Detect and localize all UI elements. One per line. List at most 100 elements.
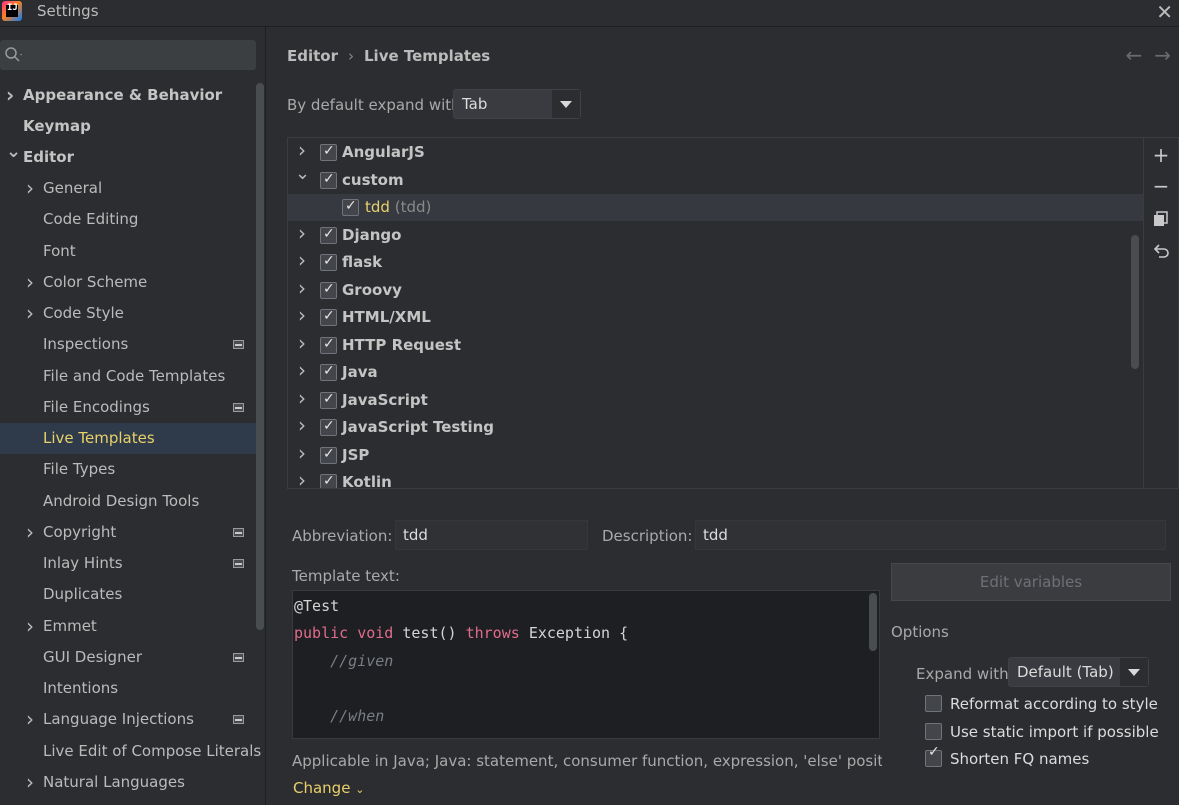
template-group[interactable]: › JavaScript — [288, 385, 1143, 414]
sidebar-item-code-style[interactable]: › Code Style — [0, 298, 256, 329]
back-arrow-icon[interactable]: ← — [1125, 43, 1142, 67]
template-group[interactable]: › flask — [288, 247, 1143, 276]
template-group[interactable]: › HTTP Request — [288, 330, 1143, 359]
add-icon[interactable]: + — [1152, 145, 1170, 165]
project-settings-icon — [233, 653, 244, 662]
checkbox-checked[interactable] — [320, 221, 337, 248]
checkbox-checked[interactable] — [320, 468, 337, 488]
template-label: HTTP Request — [342, 332, 461, 359]
expand-with-select[interactable]: Default (Tab) — [1008, 657, 1149, 687]
sidebar-item-duplicates[interactable]: Duplicates — [0, 579, 256, 610]
chevron-right-icon[interactable]: › — [298, 247, 306, 274]
sidebar-item-file-encodings[interactable]: File Encodings — [0, 392, 256, 423]
restore-icon[interactable] — [1152, 242, 1170, 260]
breadcrumb-separator: › — [348, 47, 354, 65]
remove-icon[interactable]: − — [1152, 176, 1170, 196]
sidebar-item-intentions[interactable]: Intentions — [0, 673, 256, 704]
chevron-down-icon[interactable]: ⌄ — [295, 160, 310, 187]
chevron-right-icon[interactable]: › — [298, 467, 306, 488]
checkbox[interactable] — [925, 723, 942, 740]
template-item[interactable]: tdd (tdd) — [288, 193, 1143, 221]
chevron-down-icon[interactable]: ⌄ — [6, 136, 21, 167]
checkbox-checked[interactable] — [320, 331, 337, 358]
sidebar-item-appearance-behavior[interactable]: › Appearance & Behavior — [0, 80, 256, 111]
template-group[interactable]: › Django — [288, 220, 1143, 249]
sidebar-item-live-edit-of-compose-literals[interactable]: Live Edit of Compose Literals — [0, 736, 261, 767]
template-group[interactable]: › HTML/XML — [288, 302, 1143, 331]
sidebar-item-emmet[interactable]: › Emmet — [0, 611, 256, 642]
template-label: AngularJS — [342, 139, 425, 166]
checkbox-checked[interactable] — [320, 166, 337, 193]
template-group[interactable]: › Groovy — [288, 275, 1143, 304]
checkbox-checked[interactable] — [320, 138, 337, 165]
sidebar-item-font[interactable]: Font — [0, 236, 256, 267]
forward-arrow-icon[interactable]: → — [1154, 43, 1171, 67]
checkbox-checked[interactable] — [320, 276, 337, 303]
template-toolbar: + − — [1144, 137, 1179, 489]
copy-icon[interactable] — [1152, 210, 1170, 228]
template-group[interactable]: › JavaScript Testing — [288, 412, 1143, 441]
sidebar-item-general[interactable]: › General — [0, 173, 256, 204]
chevron-right-icon[interactable]: › — [26, 173, 34, 204]
chevron-right-icon[interactable]: › — [26, 704, 34, 735]
sidebar-item-live-templates[interactable]: Live Templates — [0, 423, 256, 454]
sidebar-item-gui-designer[interactable]: GUI Designer — [0, 642, 256, 673]
template-tree-scrollbar[interactable] — [1131, 235, 1139, 369]
sidebar-item-code-editing[interactable]: Code Editing — [0, 204, 256, 235]
checkbox-checked[interactable] — [320, 386, 337, 413]
change-label: Change — [293, 779, 351, 797]
template-group[interactable]: › JSP — [288, 440, 1143, 469]
chevron-right-icon[interactable]: › — [298, 385, 306, 412]
template-name: HTML/XML — [342, 308, 431, 326]
chevron-right-icon[interactable]: › — [298, 220, 306, 247]
sidebar-item-file-and-code-templates[interactable]: File and Code Templates — [0, 361, 256, 392]
sidebar-item-color-scheme[interactable]: › Color Scheme — [0, 267, 256, 298]
chevron-right-icon[interactable]: › — [26, 267, 34, 298]
sidebar-item-language-injections[interactable]: › Language Injections — [0, 704, 256, 735]
sidebar-item-android-design-tools[interactable]: Android Design Tools — [0, 486, 256, 517]
chevron-right-icon[interactable]: › — [298, 440, 306, 467]
edit-variables-button[interactable]: Edit variables — [891, 563, 1171, 601]
chevron-right-icon[interactable]: › — [26, 767, 34, 798]
editor-scrollbar[interactable] — [869, 593, 877, 651]
sidebar-item-keymap[interactable]: Keymap — [0, 111, 256, 142]
template-group[interactable]: ›AngularJS — [288, 138, 1143, 166]
template-text-editor[interactable]: @Test public void test() throws Exceptio… — [292, 590, 880, 739]
checkbox[interactable] — [925, 695, 942, 712]
checkbox-checked[interactable] — [320, 303, 337, 330]
chevron-right-icon[interactable]: › — [26, 298, 34, 329]
chevron-right-icon[interactable]: › — [26, 611, 34, 642]
abbreviation-field[interactable]: tdd — [395, 520, 588, 550]
sidebar-item-natural-languages[interactable]: › Natural Languages — [0, 767, 256, 798]
change-link[interactable]: Change ⌄ — [293, 779, 364, 797]
default-expand-select[interactable]: Tab — [453, 89, 581, 119]
option-label: Use static import if possible — [950, 723, 1159, 741]
chevron-right-icon[interactable]: › — [6, 80, 14, 111]
template-group[interactable]: ⌄ custom — [288, 163, 1143, 194]
chevron-right-icon[interactable]: › — [298, 275, 306, 302]
checkbox-checked[interactable] — [925, 744, 942, 767]
template-group[interactable]: › Kotlin — [288, 467, 1143, 488]
chevron-right-icon[interactable]: › — [298, 302, 306, 329]
checkbox-checked[interactable] — [342, 193, 359, 220]
sidebar-item-editor[interactable]: ⌄ Editor — [0, 141, 256, 173]
chevron-right-icon[interactable]: › — [298, 357, 306, 384]
code-keyword: public — [294, 624, 349, 642]
checkbox-checked[interactable] — [320, 413, 337, 440]
close-icon[interactable]: ✕ — [1156, 0, 1173, 24]
sidebar-item-inlay-hints[interactable]: Inlay Hints — [0, 548, 256, 579]
chevron-right-icon[interactable]: › — [298, 330, 306, 357]
breadcrumb-parent[interactable]: Editor — [287, 47, 338, 65]
sidebar-item-file-types[interactable]: File Types — [0, 454, 256, 485]
checkbox-checked[interactable] — [320, 358, 337, 385]
sidebar-item-copyright[interactable]: › Copyright — [0, 517, 256, 548]
checkbox-checked[interactable] — [320, 441, 337, 468]
chevron-right-icon[interactable]: › — [298, 412, 306, 439]
description-field[interactable]: tdd — [695, 520, 1166, 550]
sidebar-scrollbar[interactable] — [256, 83, 264, 630]
chevron-right-icon[interactable]: › — [26, 517, 34, 548]
search-input[interactable] — [0, 40, 256, 70]
checkbox-checked[interactable] — [320, 248, 337, 275]
sidebar-item-inspections[interactable]: Inspections — [0, 329, 256, 360]
template-group[interactable]: › Java — [288, 357, 1143, 386]
